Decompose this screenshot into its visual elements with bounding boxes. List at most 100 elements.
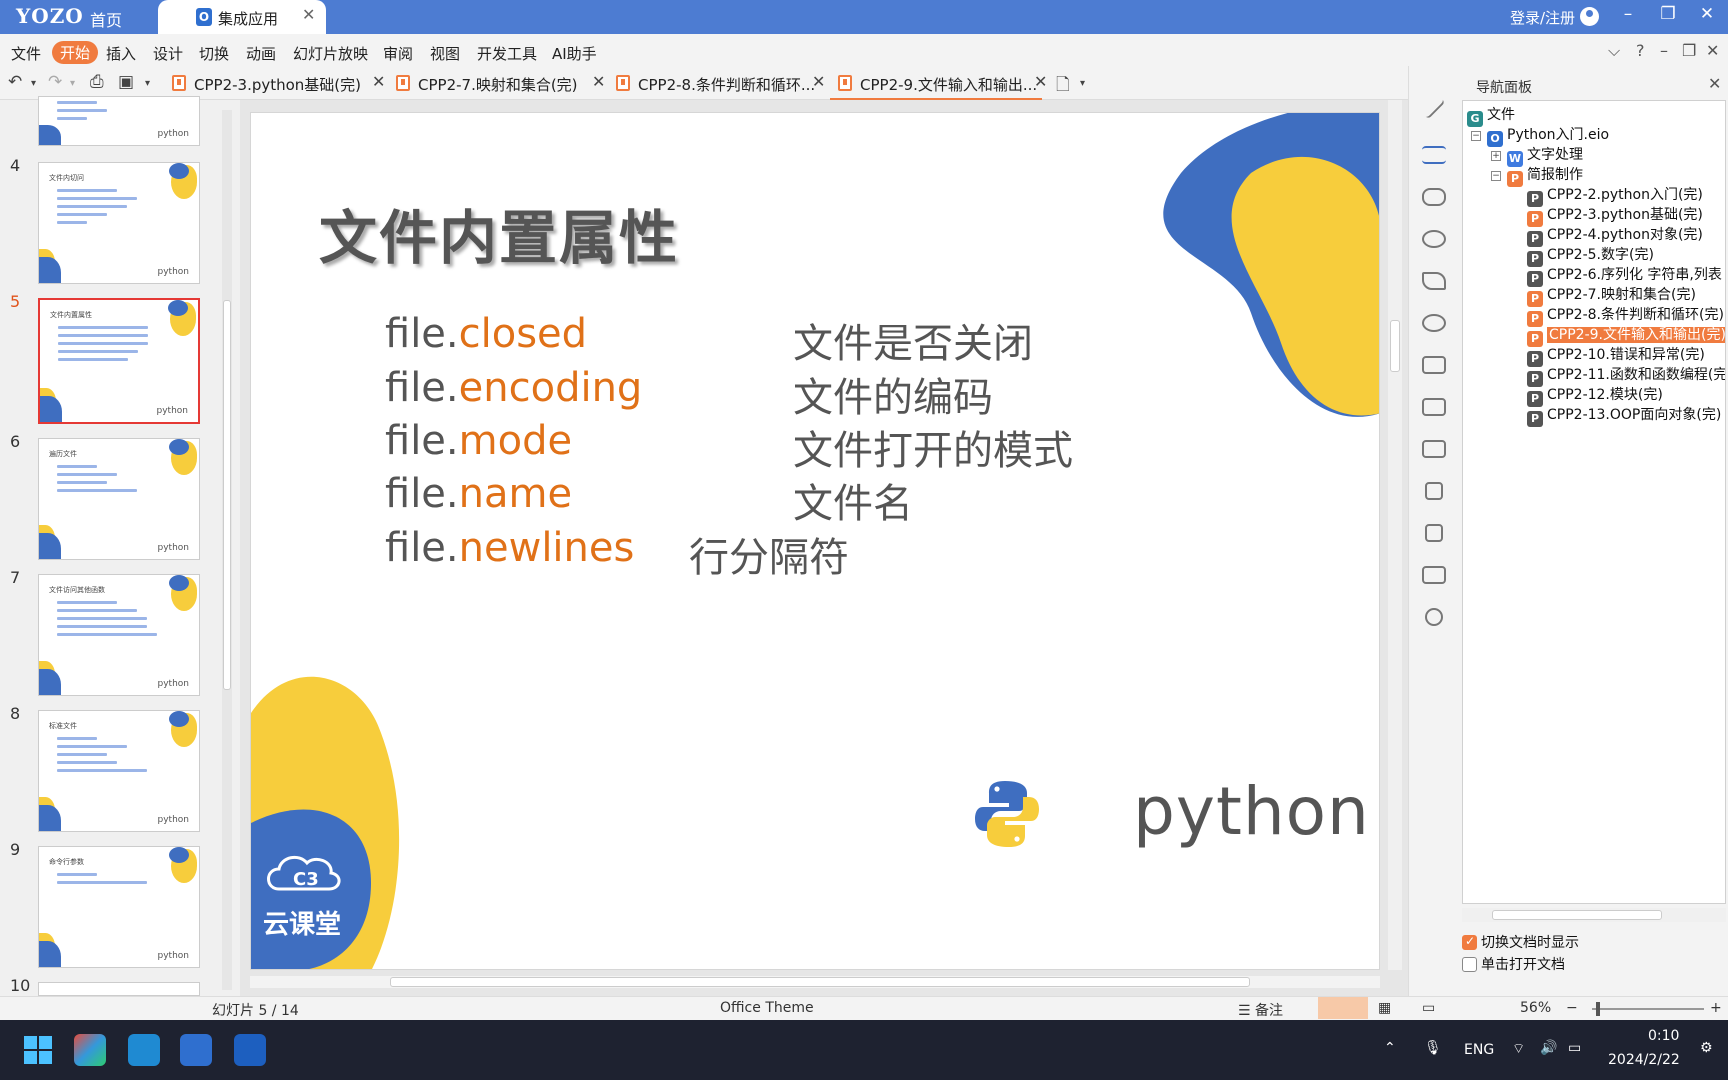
menu-slideshow[interactable]: 幻灯片放映 [293, 43, 368, 64]
doc-tab-cpp2-3[interactable]: CPP2-3.python基础(完) ✕ [172, 66, 385, 100]
quick-access-dropdown-icon[interactable]: ▾ [145, 78, 150, 89]
tree-item[interactable]: P CPP2-3.python基础(完) [1527, 205, 1703, 227]
zoom-out-button[interactable]: − [1566, 1000, 1578, 1016]
copy-icon[interactable] [1425, 524, 1443, 542]
close-icon[interactable]: ✕ [302, 5, 315, 24]
menu-file[interactable]: 文件 [11, 43, 41, 64]
close-icon[interactable]: ✕ [1034, 72, 1047, 91]
menu-review[interactable]: 审阅 [383, 43, 413, 64]
slide-thumbnail-7[interactable]: 文件访问其他函数 python [38, 574, 200, 696]
doc-close-icon[interactable]: ✕ [1706, 41, 1719, 60]
checkbox[interactable] [1462, 957, 1477, 972]
slide-thumbnail-3[interactable]: python [38, 96, 200, 146]
print-preview-icon[interactable]: ⎙ [90, 72, 104, 92]
undo-dropdown-icon[interactable]: ▾ [31, 78, 36, 89]
collapse-toggle-icon[interactable]: − [1491, 171, 1501, 181]
wifi-icon[interactable]: ⌔ [1512, 1040, 1525, 1058]
clock-date[interactable]: 2024/2/22 [1608, 1052, 1680, 1068]
tools-icon[interactable] [1422, 230, 1446, 248]
close-icon[interactable]: ✕ [1708, 74, 1721, 93]
menu-transition[interactable]: 切换 [199, 43, 229, 64]
doc-tab-cpp2-7[interactable]: CPP2-7.映射和集合(完) ✕ [396, 66, 605, 100]
zoom-slider-handle[interactable] [1596, 1002, 1600, 1016]
close-button[interactable]: ✕ [1694, 4, 1720, 24]
language-indicator[interactable]: ENG [1464, 1042, 1494, 1058]
redo-icon[interactable]: ↷ [48, 72, 62, 92]
crop-icon[interactable] [1422, 398, 1446, 416]
zoom-in-button[interactable]: + [1710, 1000, 1722, 1016]
menu-design[interactable]: 设计 [153, 43, 183, 64]
tree-item[interactable]: P CPP2-13.OOP面向对象(完) [1527, 405, 1721, 427]
zoom-slider[interactable] [1592, 1008, 1704, 1010]
doc-tab-cpp2-8[interactable]: CPP2-8.条件判断和循环... ✕ [616, 66, 826, 100]
tree-item[interactable]: P CPP2-8.条件判断和循环(完) [1527, 305, 1724, 327]
tree-item[interactable]: − P 简报制作 [1491, 165, 1583, 187]
doc-tab-cpp2-9[interactable]: CPP2-9.文件输入和输出... ✕ [830, 66, 1048, 100]
user-icon[interactable] [1580, 7, 1599, 26]
yozo-office-icon[interactable] [180, 1034, 212, 1066]
menu-ai-assistant[interactable]: AI助手 [552, 43, 597, 64]
tree-item[interactable]: − O Python入门.eio [1471, 125, 1609, 147]
tree-item[interactable]: P CPP2-7.映射和集合(完) [1527, 285, 1696, 307]
redo-dropdown-icon[interactable]: ▾ [70, 78, 75, 89]
tree-item[interactable]: + W 文字处理 [1491, 145, 1583, 167]
scrollbar-thumb[interactable] [223, 300, 231, 690]
tree-horizontal-scrollbar[interactable] [1462, 908, 1726, 922]
slide-thumbnail-6[interactable]: 遍历文件 python [38, 438, 200, 560]
collapse-ribbon-icon[interactable]: ⌵ [1608, 41, 1620, 61]
tray-expand-icon[interactable]: ⌃ [1384, 1040, 1396, 1056]
current-slide[interactable]: C3 云课堂 文件内置属性 file.closed 文件是否关闭 file.en… [250, 112, 1380, 970]
tree-item[interactable]: P CPP2-2.python入门(完) [1527, 185, 1703, 207]
tab-integrated-apps[interactable]: O 集成应用 ✕ [158, 0, 326, 34]
normal-view-button[interactable] [1318, 997, 1368, 1019]
minimize-button[interactable]: – [1615, 4, 1641, 24]
slide-thumbnail-9[interactable]: 命令行参数 python [38, 846, 200, 968]
slide-thumbnail-5[interactable]: 文件内置属性 python [38, 298, 200, 424]
doc-restore-icon[interactable]: ❐ [1682, 41, 1696, 60]
tree-item[interactable]: P CPP2-4.python对象(完) [1527, 225, 1703, 247]
pin-icon[interactable] [1422, 272, 1446, 290]
login-link[interactable]: 登录/注册 [1510, 7, 1575, 28]
collapse-toggle-icon[interactable]: − [1471, 131, 1481, 141]
edit-icon[interactable] [1422, 566, 1446, 584]
thumbnails-scrollbar[interactable] [222, 110, 232, 990]
new-document-dropdown-icon[interactable]: ▾ [1080, 78, 1085, 89]
doc-minimize-icon[interactable]: – [1660, 41, 1668, 60]
expand-toggle-icon[interactable]: + [1491, 151, 1501, 161]
tree-item[interactable]: P CPP2-12.模块(完) [1527, 385, 1663, 407]
menu-insert[interactable]: 插入 [106, 43, 136, 64]
color-app-icon[interactable] [74, 1034, 106, 1066]
option-single-click-open[interactable]: 单击打开文档 [1462, 954, 1565, 974]
comment-icon[interactable] [1422, 440, 1446, 458]
tree-item[interactable]: P CPP2-11.函数和函数编程(完 [1527, 365, 1725, 387]
checkbox-checked[interactable] [1462, 934, 1477, 950]
undo-icon[interactable]: ↶ [8, 72, 22, 92]
restore-button[interactable]: ❐ [1655, 4, 1681, 24]
clock-time[interactable]: 0:10 [1648, 1028, 1679, 1044]
start-button[interactable] [22, 1034, 54, 1066]
slide-thumbnail-8[interactable]: 标准文件 python [38, 710, 200, 832]
battery-icon[interactable]: ▭ [1568, 1040, 1581, 1056]
tree-item-selected[interactable]: P CPP2-9.文件输入和输出(完) [1527, 325, 1725, 347]
tree-item[interactable]: P CPP2-10.错误和异常(完) [1527, 345, 1705, 367]
menu-home[interactable]: 开始 [52, 41, 99, 64]
help-circle-icon[interactable] [1425, 608, 1443, 626]
tree-item[interactable]: P CPP2-6.序列化 字符串,列表 [1527, 265, 1722, 287]
navigation-list-icon[interactable] [1422, 146, 1446, 164]
notes-button[interactable]: ☰ 备注 [1238, 1000, 1283, 1020]
menu-animation[interactable]: 动画 [246, 43, 276, 64]
new-document-icon[interactable]: 🗋 [1056, 72, 1070, 101]
scrollbar-thumb[interactable] [1492, 910, 1662, 920]
slide-thumbnail-4[interactable]: 文件内切问 python [38, 162, 200, 284]
home-tab[interactable]: 首页 [90, 7, 122, 31]
volume-icon[interactable]: 🔊 [1540, 1040, 1557, 1056]
bookmark-icon[interactable] [1425, 482, 1443, 500]
pen-icon[interactable] [1422, 96, 1446, 120]
whiteboard-app-icon[interactable] [234, 1034, 266, 1066]
notification-icon[interactable]: ⚙ [1700, 1040, 1713, 1056]
transform-icon[interactable] [1422, 314, 1446, 332]
close-icon[interactable]: ✕ [812, 72, 825, 91]
tree-item[interactable]: P CPP2-5.数字(完) [1527, 245, 1654, 267]
slide-horizontal-scrollbar[interactable] [250, 976, 1380, 988]
adjust-icon[interactable] [1422, 188, 1446, 206]
